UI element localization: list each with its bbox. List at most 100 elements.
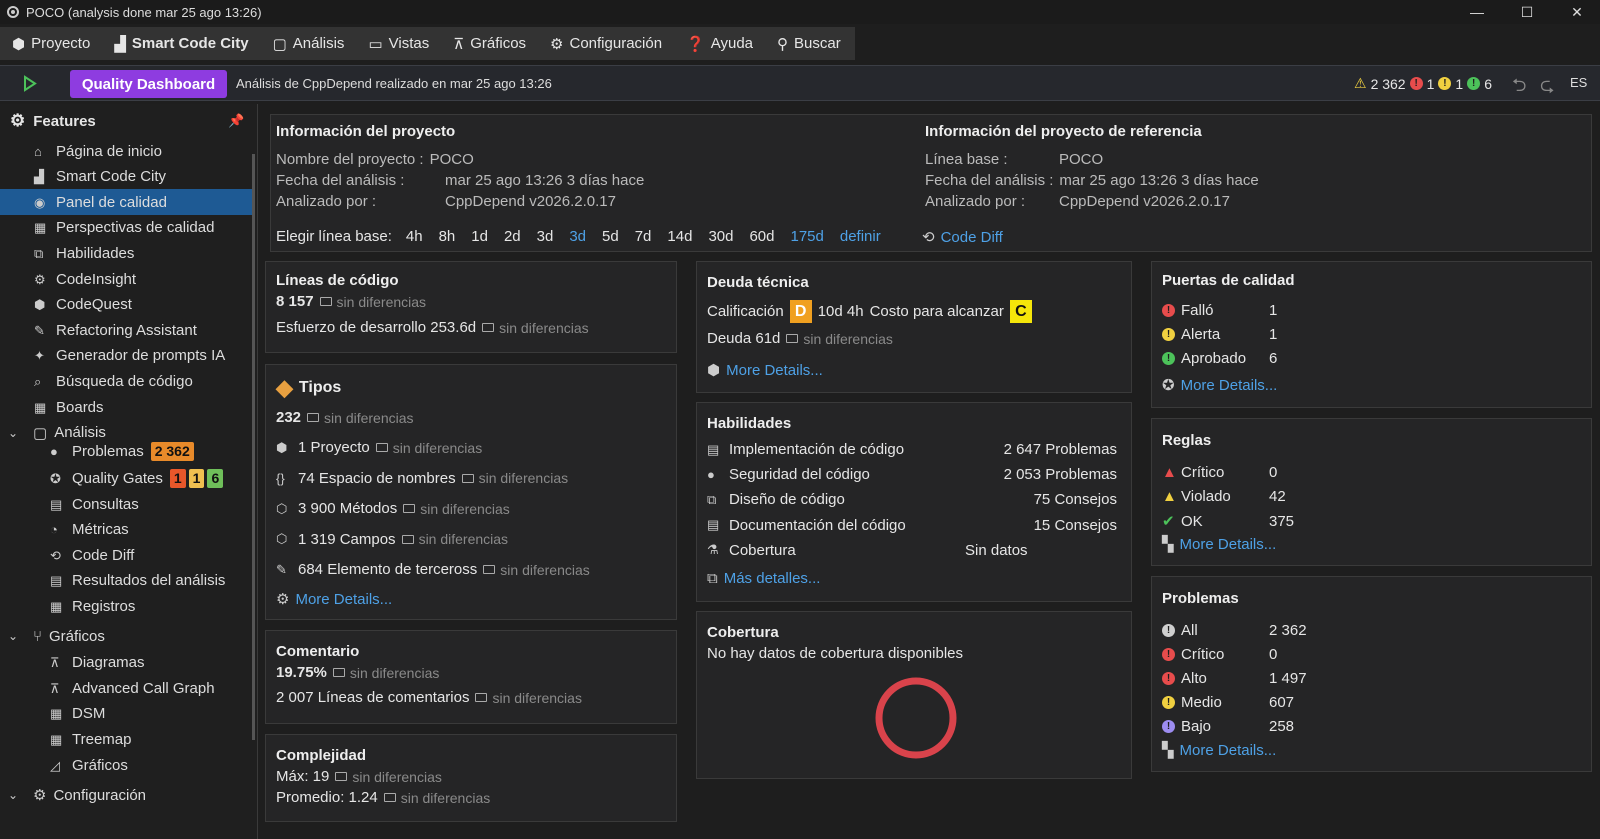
- skills-more-link[interactable]: ⧉ Más detalles...: [707, 570, 820, 587]
- sidebar-item[interactable]: ⧉ Habilidades: [0, 240, 252, 266]
- maximize-button[interactable]: ☐: [1504, 0, 1550, 24]
- sidebar-item[interactable]: ◔ Métricas: [0, 516, 129, 542]
- rules-label: Violado: [1181, 488, 1231, 505]
- rules-panel: Reglas ▲ Crítico 0 ▲ Violado 42 ✔ OK 375 ▚ More D…: [1151, 418, 1592, 566]
- menu-ayuda[interactable]: ❓ Ayuda: [674, 27, 765, 60]
- sidebar-item-label: Resultados del análisis: [72, 571, 226, 589]
- sidebar-item[interactable]: ▤ Consultas: [0, 491, 139, 517]
- baseline-option[interactable]: 4h: [406, 228, 423, 245]
- problems-row[interactable]: ! Bajo 258: [1162, 718, 1294, 735]
- pin-icon[interactable]: 📌: [228, 113, 244, 129]
- sidebar-item-label: Code Diff: [72, 546, 135, 564]
- nodiff-icon: [383, 793, 396, 802]
- problems-row[interactable]: ! Alto 1 497: [1162, 670, 1307, 687]
- sidebar-item[interactable]: ✦ Generador de prompts IA: [0, 343, 252, 369]
- menu-smart-code-city[interactable]: ▟ Smart Code City: [102, 27, 260, 60]
- language-button[interactable]: ES: [1570, 75, 1587, 90]
- menu-proyecto[interactable]: ⬢ Proyecto: [0, 27, 102, 60]
- gates-row[interactable]: ! Aprobado 6: [1162, 350, 1277, 367]
- baseline-option[interactable]: 60d: [749, 228, 774, 245]
- problems-row[interactable]: ! Crítico 0: [1162, 646, 1277, 663]
- types-more-link[interactable]: ⚙ More Details...: [276, 590, 392, 609]
- baseline-option[interactable]: definir: [840, 228, 881, 245]
- menu-buscar[interactable]: ⚲ Buscar: [765, 27, 853, 60]
- sidebar-item-label: Página de inicio: [56, 142, 162, 160]
- status-counts[interactable]: ⚠ 2 362 ! 1 ! 1 ! 6: [1354, 75, 1492, 92]
- gates-row[interactable]: ! Falló 1: [1162, 302, 1277, 319]
- ref-by-value: CppDepend v2026.2.0.17: [1059, 193, 1230, 210]
- city-icon: ▟: [34, 169, 44, 185]
- baseline-option[interactable]: 2d: [504, 228, 521, 245]
- rules-more-link[interactable]: ▚ More Details...: [1162, 535, 1276, 554]
- warning-icon: ⚠: [1354, 75, 1367, 91]
- gates-more-link[interactable]: ✪ More Details...: [1162, 376, 1277, 395]
- minimize-button[interactable]: —: [1454, 0, 1500, 24]
- sidebar-item[interactable]: ⬢ CodeQuest: [0, 292, 252, 318]
- close-button[interactable]: ✕: [1554, 0, 1600, 24]
- problems-more-link[interactable]: ▚ More Details...: [1162, 741, 1276, 760]
- forward-arrow-icon[interactable]: ⮎: [1540, 73, 1554, 103]
- boards-icon: ▦: [34, 399, 47, 415]
- menu-vistas[interactable]: ▭ Vistas: [356, 27, 441, 60]
- sidebar-item[interactable]: ▦ Treemap: [0, 726, 131, 752]
- quality-gates-icon: ✪: [50, 470, 61, 486]
- sidebar-item[interactable]: ▤ Resultados del análisis: [0, 567, 225, 593]
- debt-nodiff: sin diferencias: [803, 330, 893, 347]
- sidebar-item[interactable]: ▦ Perspectivas de calidad: [0, 215, 252, 241]
- baseline-option[interactable]: 7d: [635, 228, 652, 245]
- menu-configuracion[interactable]: ⚙ Configuración: [538, 27, 674, 60]
- by-value: CppDepend v2026.2.0.17: [445, 193, 616, 210]
- sidebar-item[interactable]: ▦ Boards: [0, 394, 252, 420]
- back-arrow-icon[interactable]: ⮌: [1512, 73, 1526, 103]
- baseline-option[interactable]: 1d: [471, 228, 488, 245]
- sidebar-item-label: Gráficos: [72, 756, 128, 774]
- debt-more-link[interactable]: ⬢ More Details...: [707, 361, 823, 380]
- gate-count-badge: 1: [169, 468, 186, 488]
- sidebar-item[interactable]: ⌂ Página de inicio: [0, 138, 252, 164]
- complexity-panel: Complejidad Máx: 19 sin diferencias Prome…: [265, 734, 677, 822]
- baseline-option[interactable]: 14d: [667, 228, 692, 245]
- rules-row[interactable]: ✔ OK 375: [1162, 512, 1294, 531]
- sidebar-group-graficos[interactable]: ⌄ ⑂ Gráficos: [0, 623, 105, 649]
- baseline-option[interactable]: 30d: [708, 228, 733, 245]
- sidebar-scrollbar[interactable]: [252, 154, 255, 740]
- run-analysis-icon[interactable]: [22, 75, 38, 92]
- sidebar-item[interactable]: ▦ Registros: [0, 593, 135, 619]
- sidebar-item[interactable]: ⟲ Code Diff: [0, 542, 134, 568]
- sidebar-item[interactable]: ✎ Refactoring Assistant: [0, 317, 252, 343]
- types-row-text: 74 Espacio de nombres: [298, 469, 456, 487]
- sidebar-item[interactable]: ▟ Smart Code City: [0, 164, 252, 190]
- gates-row[interactable]: ! Alerta 1: [1162, 326, 1277, 343]
- nodiff-icon: [332, 668, 345, 677]
- sidebar-item[interactable]: ⊼ Diagramas: [0, 649, 145, 675]
- sidebar-item[interactable]: ⊼ Advanced Call Graph: [0, 675, 215, 701]
- sidebar-item-label: Diagramas: [72, 653, 145, 671]
- baseline-option[interactable]: 8h: [439, 228, 456, 245]
- sidebar-item[interactable]: ● Problemas 2 362: [0, 438, 194, 464]
- baseline-option[interactable]: 3d: [569, 228, 586, 245]
- rules-row[interactable]: ▲ Crítico 0: [1162, 464, 1277, 481]
- problems-row[interactable]: ! Medio 607: [1162, 694, 1294, 711]
- sidebar-item[interactable]: ⚙ CodeInsight: [0, 266, 252, 292]
- problems-row[interactable]: ! All 2 362: [1162, 622, 1307, 639]
- baseline-option[interactable]: 3d: [537, 228, 554, 245]
- types-row-text: 684 Elemento de terceross: [298, 561, 478, 578]
- sidebar-item[interactable]: ▦ DSM: [0, 700, 105, 726]
- menu-analisis[interactable]: ▢ Análisis: [261, 27, 357, 60]
- sidebar-item[interactable]: ✪ Quality Gates 1 1 6: [0, 465, 224, 491]
- home-icon: ⌂: [34, 143, 42, 159]
- sidebar-group-configuracion[interactable]: ⌄ ⚙ Configuración: [0, 782, 146, 808]
- window-title: POCO (analysis done mar 25 ago 13:26): [26, 4, 262, 20]
- nodiff-icon: [319, 297, 332, 306]
- baseline-option[interactable]: 5d: [602, 228, 619, 245]
- menu-graficos[interactable]: ⊼ Gráficos: [441, 27, 538, 60]
- sidebar-item[interactable]: ⌕ Búsqueda de código: [0, 368, 252, 394]
- sidebar-item[interactable]: ◉ Panel de calidad: [0, 189, 252, 216]
- code-diff-link[interactable]: ⟲ Code Diff: [922, 228, 1003, 247]
- rules-status-icon: ▲: [1162, 464, 1177, 481]
- types-row: ⬢ 1 Proyecto sin diferencias: [276, 439, 482, 456]
- sidebar-item[interactable]: ◿ Gráficos: [0, 752, 128, 778]
- baseline-option[interactable]: 175d: [791, 228, 824, 245]
- quality-dashboard-button[interactable]: Quality Dashboard: [70, 70, 227, 98]
- rules-row[interactable]: ▲ Violado 42: [1162, 488, 1286, 505]
